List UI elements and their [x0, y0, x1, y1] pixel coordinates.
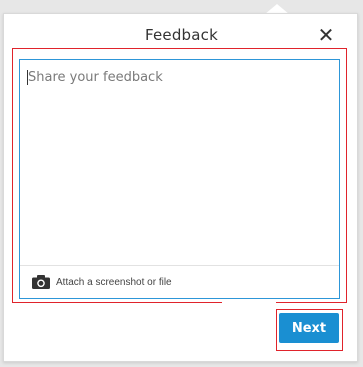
attach-label: Attach a screenshot or file	[56, 276, 172, 288]
camera-icon	[32, 275, 50, 289]
next-button[interactable]: Next	[279, 313, 339, 343]
dialog-title: Feedback	[144, 26, 219, 44]
text-cursor	[27, 70, 28, 85]
attach-screenshot-button[interactable]: Attach a screenshot or file	[20, 265, 339, 298]
close-icon[interactable]: ✕	[316, 25, 336, 45]
feedback-box: Attach a screenshot or file	[19, 59, 340, 299]
overlay-patch	[222, 302, 276, 354]
feedback-input[interactable]	[20, 60, 339, 265]
